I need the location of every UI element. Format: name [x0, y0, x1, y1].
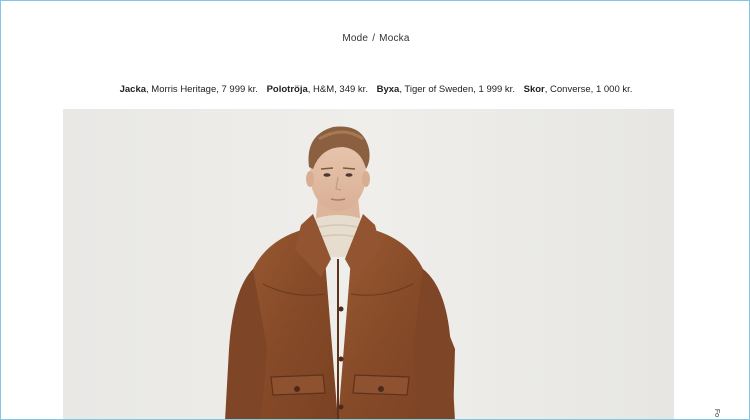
section-header: Mode / Mocka	[1, 33, 749, 44]
credit-detail: , Tiger of Sweden, 1 999 kr.	[399, 84, 515, 95]
credit-label: Jacka	[119, 84, 147, 95]
credit-item: Jacka, Morris Heritage, 7 999 kr.	[120, 84, 258, 95]
credit-item: Skor, Converse, 1 000 kr.	[524, 84, 633, 95]
section-separator: /	[372, 33, 376, 44]
credit-item: Polotröja, H&M, 349 kr.	[267, 84, 368, 95]
credit-item: Byxa, Tiger of Sweden, 1 999 kr.	[377, 84, 515, 95]
fashion-photo	[63, 109, 674, 419]
credit-detail: , Morris Heritage, 7 999 kr.	[146, 84, 258, 95]
subsection-name: Mocka	[379, 33, 410, 44]
section-name: Mode	[342, 33, 369, 44]
credit-label: Skor	[523, 84, 545, 95]
credit-label: Byxa	[376, 84, 400, 95]
model-illustration	[63, 109, 674, 419]
credit-detail: , Converse, 1 000 kr.	[544, 84, 633, 95]
magazine-page: Mode / Mocka Jacka, Morris Heritage, 7 999…	[0, 0, 750, 420]
credit-detail: , H&M, 349 kr.	[307, 84, 368, 95]
photo-credit: Fo	[713, 408, 720, 417]
credit-label: Polotröja	[266, 84, 308, 95]
product-credits: Jacka, Morris Heritage, 7 999 kr. Polotr…	[1, 84, 749, 95]
